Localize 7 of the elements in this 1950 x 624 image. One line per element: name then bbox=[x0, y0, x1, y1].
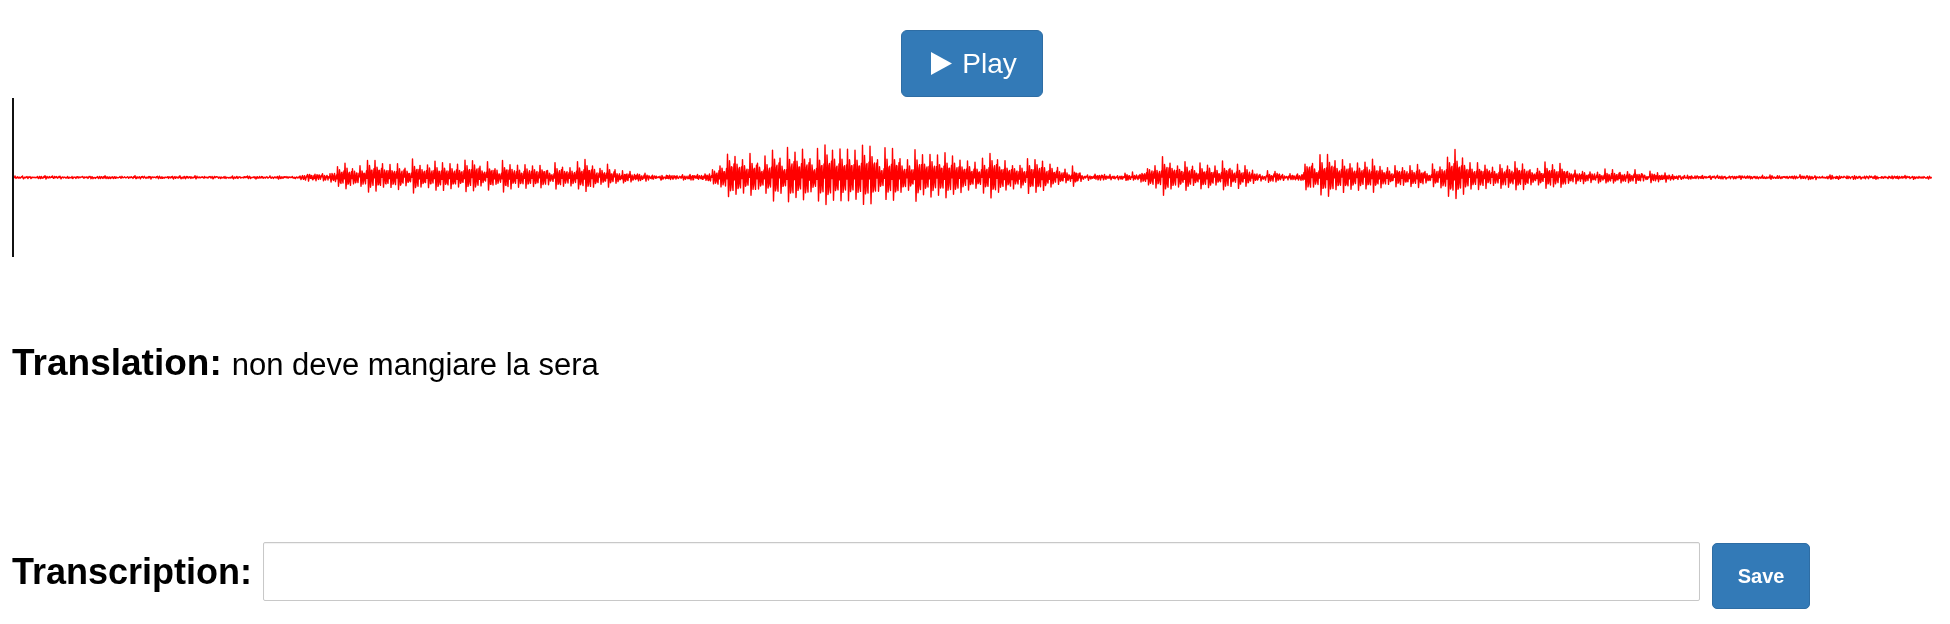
translation-label: Translation: bbox=[12, 341, 222, 385]
save-button[interactable]: Save bbox=[1712, 543, 1811, 609]
play-button[interactable]: Play bbox=[901, 30, 1043, 97]
translation-text: non deve mangiare la sera bbox=[231, 346, 599, 384]
play-icon bbox=[931, 52, 953, 75]
input-field[interactable] bbox=[263, 542, 1701, 601]
transcription-label: Transcription: bbox=[12, 550, 253, 594]
